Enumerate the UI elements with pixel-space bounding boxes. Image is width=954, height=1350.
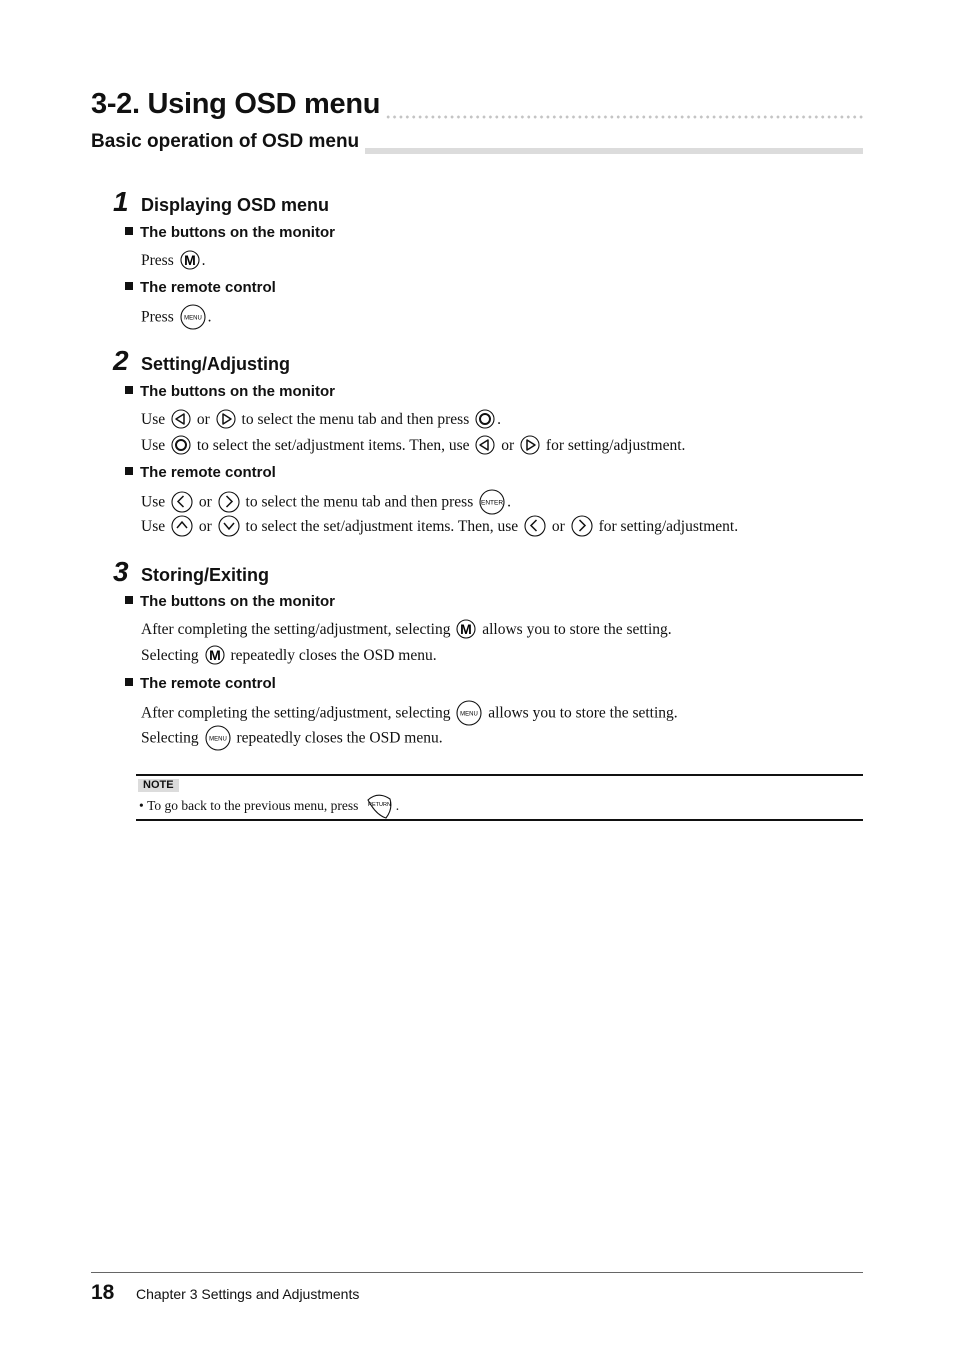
remote-return-icon: RETURN [364, 791, 394, 821]
text-run: . [201, 252, 206, 269]
page-number: 18 [91, 1281, 115, 1304]
monitor-right-icon [216, 409, 236, 429]
svg-text:RETURN: RETURN [368, 802, 391, 808]
square-bullet-icon [125, 596, 133, 604]
text-run: After completing the setting/adjustment,… [141, 704, 455, 722]
monitor-menu-m-icon: M [205, 645, 225, 665]
monitor-menu-m-icon: M [456, 619, 476, 639]
page-title: 3-2. Using OSD menu [91, 84, 385, 124]
square-bullet-icon [125, 227, 133, 235]
svg-text:MENU: MENU [184, 316, 202, 322]
instruction-line: After completing the setting/adjustment,… [141, 619, 672, 641]
note-rule-bottom [136, 819, 863, 821]
remote-enter-icon: ENTER [479, 489, 505, 515]
chapter-label: Chapter 3 Settings and Adjustments [136, 1286, 360, 1302]
sub-heading: The buttons on the monitor [125, 383, 335, 401]
bullet: • [139, 798, 144, 814]
svg-text:ENTER: ENTER [481, 500, 503, 507]
sub-heading: The remote control [125, 675, 276, 693]
sub-heading: The remote control [125, 279, 276, 297]
text-run: . [395, 798, 400, 814]
text-run: Use [141, 437, 169, 454]
instruction-line: Selecting MENU repeatedly closes the OSD… [141, 725, 443, 752]
text-run: Selecting [141, 647, 203, 664]
text-run: To go back to the previous menu, press [147, 798, 362, 814]
text-run: or [194, 518, 216, 535]
instruction-line: Use or to select the menu tab and then p… [141, 489, 511, 516]
text-run: for setting/adjustment. [594, 518, 739, 535]
footer-rule [91, 1272, 863, 1273]
text-run: Use [141, 493, 169, 511]
note-content: To go back to the previous menu, press R… [147, 794, 400, 819]
svg-text:M: M [184, 252, 196, 268]
text-run: Use [141, 518, 169, 535]
monitor-menu-m-icon: M [180, 250, 200, 270]
text-run: After completing the setting/adjustment,… [141, 621, 455, 638]
remote-left-icon [524, 515, 546, 537]
remote-menu-icon: MENU [205, 725, 231, 751]
remote-left-icon [171, 491, 193, 513]
text-run: or [194, 493, 216, 511]
step-number: 1 [113, 186, 129, 217]
section-subtitle: Basic operation of OSD menu [91, 130, 366, 154]
remote-menu-icon: MENU [456, 700, 482, 726]
instruction-line: Press M. [141, 250, 205, 272]
monitor-left-icon [171, 409, 191, 429]
text-run: to select the set/adjustment items. Then… [192, 437, 474, 454]
monitor-enter-icon [475, 409, 495, 429]
svg-text:M: M [461, 621, 473, 637]
svg-text:MENU: MENU [209, 737, 227, 743]
remote-up-icon [171, 515, 193, 537]
text-run: repeatedly closes the OSD menu. [232, 729, 443, 747]
text-run: . [207, 308, 212, 326]
text-run: repeatedly closes the OSD menu. [226, 647, 437, 664]
sub-heading: The buttons on the monitor [125, 593, 335, 611]
step-number: 2 [113, 345, 129, 376]
note-text: • To go back to the previous menu, press… [139, 792, 399, 822]
square-bullet-icon [125, 467, 133, 475]
monitor-left-icon [475, 435, 495, 455]
text-run: . [497, 411, 501, 428]
text-run: Press [141, 308, 178, 326]
text-run: allows you to store the setting. [484, 704, 678, 722]
instruction-line: Selecting M repeatedly closes the OSD me… [141, 645, 437, 667]
step-title: Storing/Exiting [141, 565, 269, 585]
text-run: Press [141, 252, 178, 269]
instruction-line: Use or to select the set/adjustment item… [141, 515, 739, 538]
text-run: allows you to store the setting. [478, 621, 672, 638]
text-run: for setting/adjustment. [542, 437, 686, 454]
svg-text:M: M [209, 647, 221, 663]
svg-text:MENU: MENU [461, 712, 479, 718]
text-run: to select the set/adjustment items. Then… [241, 518, 523, 535]
note-label: NOTE [138, 779, 179, 792]
text-run: to select the menu tab and then press [241, 493, 478, 511]
remote-right-icon [218, 491, 240, 513]
instruction-line: After completing the setting/adjustment,… [141, 700, 678, 727]
text-run: Use [141, 411, 169, 428]
remote-menu-icon: MENU [180, 304, 206, 330]
square-bullet-icon [125, 386, 133, 394]
text-run: . [507, 493, 511, 511]
step-title: Setting/Adjusting [141, 354, 290, 374]
square-bullet-icon [125, 678, 133, 686]
text-run: or [548, 518, 569, 535]
step-number: 3 [113, 556, 129, 587]
text-run: or [497, 437, 519, 454]
instruction-line: Use or to select the menu tab and then p… [141, 409, 501, 431]
square-bullet-icon [125, 282, 133, 290]
text-run: to select the menu tab and then press [237, 411, 474, 428]
text-run: Selecting [141, 729, 203, 747]
instruction-line: Use to select the set/adjustment items. … [141, 435, 685, 457]
note-rule-top [136, 774, 863, 776]
sub-heading: The buttons on the monitor [125, 224, 335, 242]
remote-down-icon [218, 515, 240, 537]
step-title: Displaying OSD menu [141, 195, 330, 215]
sub-heading: The remote control [125, 464, 276, 482]
monitor-right-icon [520, 435, 540, 455]
text-run: or [192, 411, 214, 428]
monitor-enter-icon [171, 435, 191, 455]
remote-right-icon [571, 515, 593, 537]
instruction-line: Press MENU. [141, 304, 212, 331]
